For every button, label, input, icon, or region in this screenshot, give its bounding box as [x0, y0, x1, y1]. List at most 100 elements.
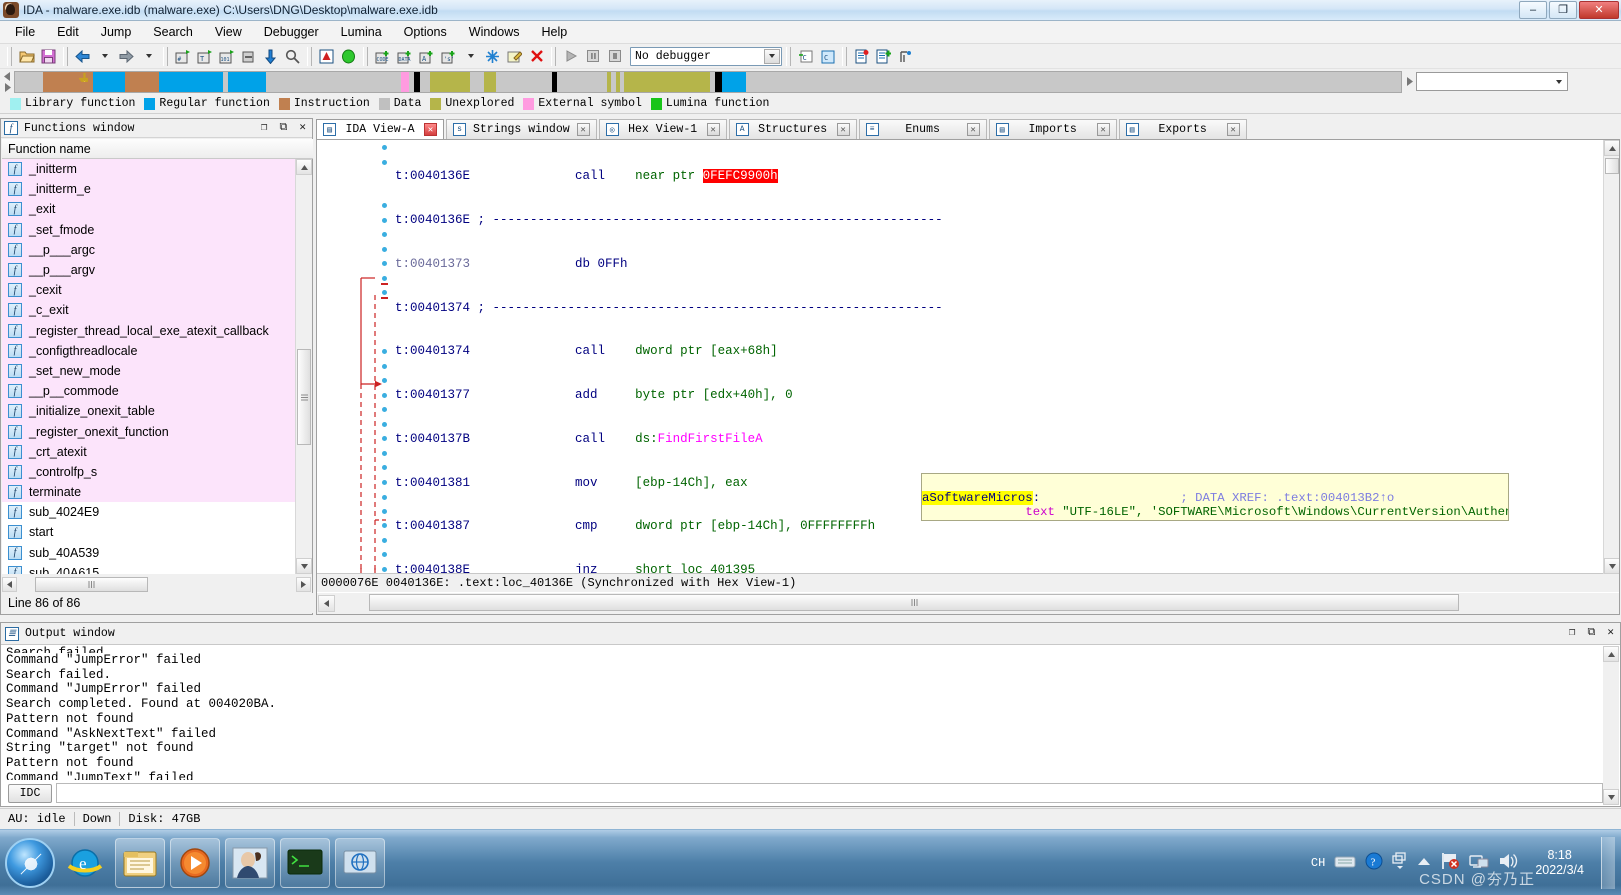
toolbar-grip-3[interactable] — [163, 46, 168, 66]
toolbar-grip-5[interactable] — [363, 46, 368, 66]
navigation-secondary-box[interactable] — [1416, 72, 1568, 91]
trace-icon[interactable] — [895, 46, 916, 67]
list-item[interactable]: f _initterm_e — [2, 179, 297, 200]
close-icon[interactable]: ✕ — [1226, 123, 1240, 136]
volume-icon[interactable] — [1498, 852, 1518, 873]
edit-function-icon[interactable] — [504, 46, 525, 67]
menu-windows[interactable]: Windows — [458, 22, 531, 42]
ime-indicator[interactable]: CH — [1311, 856, 1325, 870]
close-icon[interactable]: ✕ — [1096, 123, 1110, 136]
output-vertical-scrollbar[interactable] — [1603, 646, 1619, 805]
list-item[interactable]: f terminate — [2, 482, 297, 503]
idc-mode-button[interactable]: IDC — [8, 783, 52, 803]
tab-enums[interactable]: ≡ Enums ✕ — [858, 119, 987, 139]
toolbar-grip-2[interactable] — [63, 46, 68, 66]
code-line[interactable]: t:00401374 ; ---------------------------… — [395, 301, 1619, 316]
code-line[interactable]: t:00401373 db 0FFh — [395, 257, 1619, 272]
scroll-up-icon[interactable] — [1604, 140, 1619, 156]
network-icon[interactable] — [1469, 852, 1489, 873]
menu-file[interactable]: File — [4, 22, 46, 42]
list-item[interactable]: f __p___argv — [2, 259, 297, 281]
photo-app-icon[interactable] — [225, 837, 275, 888]
scroll-left-icon[interactable] — [2, 577, 17, 592]
window-overlap-icon[interactable] — [1392, 852, 1408, 873]
help-icon[interactable]: ? — [1365, 852, 1383, 873]
list-item[interactable]: f __p___argc — [2, 239, 297, 260]
switch-to-disasm-icon[interactable]: C — [817, 46, 838, 67]
close-icon[interactable]: ✕ — [576, 123, 590, 136]
function-list-horizontal-scrollbar[interactable] — [2, 576, 311, 593]
save-icon[interactable] — [38, 46, 59, 67]
stop-debugger-icon[interactable] — [604, 46, 625, 67]
list-item[interactable]: f sub_40A615 — [2, 563, 297, 574]
keyboard-icon[interactable] — [1334, 854, 1356, 872]
close-icon[interactable]: ✕ — [966, 123, 980, 136]
action-center-flag-icon[interactable] — [1440, 852, 1460, 873]
scrollbar-thumb[interactable] — [35, 577, 148, 592]
menu-debugger[interactable]: Debugger — [253, 22, 330, 42]
menu-search[interactable]: Search — [142, 22, 204, 42]
debugger-select[interactable]: No debugger — [630, 46, 782, 66]
start-orb-icon[interactable] — [5, 837, 55, 888]
search-next-icon[interactable] — [282, 46, 303, 67]
list-item[interactable]: f _register_onexit_function — [2, 421, 297, 442]
nav-scroll-arrows[interactable] — [0, 71, 14, 93]
undefine-icon[interactable] — [238, 46, 259, 67]
close-icon[interactable]: ✕ — [706, 123, 720, 136]
add-ascii-icon[interactable]: A — [416, 46, 437, 67]
tab-ida-view-a[interactable]: ▤ IDA View-A ✕ — [316, 119, 444, 139]
breakpoints-icon[interactable] — [851, 46, 872, 67]
code-line[interactable]: t:0040136E call near ptr 0FEFC9900h — [395, 169, 1619, 184]
function-list[interactable]: f _initterm f _initterm_e f _exit f _set_fmo… — [2, 159, 297, 574]
disassembly-view[interactable]: t:0040136E call near ptr 0FEFC9900h t:00… — [316, 139, 1620, 615]
menu-options[interactable]: Options — [393, 22, 458, 42]
list-item[interactable]: f _set_new_mode — [2, 360, 297, 382]
open-file-icon[interactable] — [16, 46, 37, 67]
run-debugger-icon[interactable] — [560, 46, 581, 67]
make-text-icon[interactable]: T — [194, 46, 215, 67]
forward-dropdown-icon[interactable] — [138, 46, 159, 67]
list-item[interactable]: f sub_4024E9 — [2, 502, 297, 522]
add-breakpoint-icon[interactable] — [873, 46, 894, 67]
proximity-view-icon[interactable] — [338, 46, 359, 67]
list-item[interactable]: f _exit — [2, 199, 297, 220]
list-item[interactable]: f sub_40A539 — [2, 543, 297, 563]
functions-close-button[interactable]: ✕ — [299, 122, 306, 134]
ie-browser-icon[interactable]: e — [60, 838, 110, 888]
minimize-button[interactable]: – — [1519, 1, 1547, 19]
function-name-column-header[interactable]: Function name — [2, 139, 313, 159]
list-item[interactable]: f start — [2, 522, 297, 542]
chevron-down-icon[interactable] — [764, 48, 780, 64]
functions-restore-button[interactable]: ❐ — [261, 122, 268, 134]
output-log[interactable]: Search failed. Command "JumpError" faile… — [2, 646, 1603, 780]
highlighted-operand[interactable]: 0FEFC9900h — [702, 169, 778, 184]
scrollbar-thumb[interactable] — [297, 349, 311, 445]
hscroll-track[interactable] — [17, 577, 296, 592]
close-icon[interactable]: ✕ — [836, 123, 850, 136]
toolbar-grip-8[interactable] — [842, 46, 847, 66]
menu-lumina[interactable]: Lumina — [330, 22, 393, 42]
list-item[interactable]: f _c_exit — [2, 300, 297, 321]
file-explorer-icon[interactable] — [115, 837, 165, 888]
scroll-up-icon[interactable] — [1603, 646, 1619, 662]
scroll-right-icon[interactable] — [296, 577, 311, 592]
disassembly-vertical-scrollbar[interactable] — [1603, 140, 1619, 574]
list-item[interactable]: f _initterm — [2, 159, 297, 180]
scroll-left-icon[interactable] — [318, 595, 335, 612]
list-item[interactable]: f _initialize_onexit_table — [2, 401, 297, 422]
make-data-icon[interactable]: 101 — [216, 46, 237, 67]
list-item[interactable]: f __p__commode — [2, 381, 297, 402]
menu-jump[interactable]: Jump — [90, 22, 143, 42]
tab-structures[interactable]: A Structures ✕ — [728, 119, 857, 139]
disassembly-horizontal-scrollbar[interactable] — [317, 593, 1619, 614]
close-icon[interactable]: ✕ — [424, 123, 437, 136]
scroll-up-icon[interactable] — [296, 159, 312, 175]
code-line[interactable]: t:0040136E ; ---------------------------… — [395, 213, 1619, 228]
pause-debugger-icon[interactable] — [582, 46, 603, 67]
tab-imports[interactable]: ▤ Imports ✕ — [988, 119, 1117, 139]
output-restore-button[interactable]: ❐ — [1569, 628, 1576, 639]
code-line[interactable]: t:0040137B call ds:FindFirstFileA — [395, 432, 1619, 447]
code-line[interactable]: t:00401374 call dword ptr [eax+68h] — [395, 344, 1619, 359]
scroll-down-icon[interactable] — [296, 558, 312, 574]
toolbar-grip[interactable] — [7, 46, 12, 66]
